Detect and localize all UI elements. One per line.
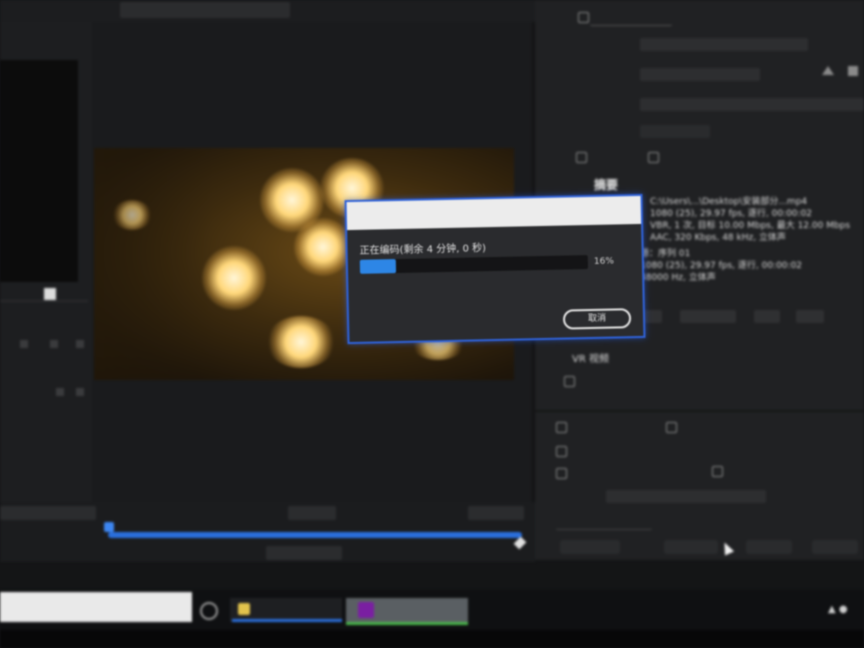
metadata-button[interactable] <box>560 540 620 554</box>
preset-dropdown[interactable] <box>640 68 760 81</box>
encoding-dialog: 正在编码(剩余 4 分钟, 0 秒) 16% 取消 <box>344 193 646 345</box>
import-preset-icon[interactable] <box>848 66 858 76</box>
dialog-titlebar[interactable] <box>346 195 642 231</box>
save-preset-icon[interactable] <box>822 66 834 75</box>
progress-percent: 16% <box>593 256 614 267</box>
output-name-link[interactable] <box>640 125 710 138</box>
playhead-handle[interactable] <box>104 522 114 532</box>
source-button[interactable] <box>44 288 56 300</box>
queue-button[interactable] <box>664 540 718 554</box>
source-divider <box>0 300 88 302</box>
format-dropdown[interactable] <box>640 38 808 51</box>
folder-icon <box>238 603 250 615</box>
file-size-label <box>556 516 652 530</box>
zoom-icon[interactable] <box>56 388 64 396</box>
export-button[interactable] <box>746 540 792 554</box>
use-previews-checkbox[interactable] <box>666 422 677 433</box>
timecode-field[interactable] <box>288 506 336 520</box>
time-interpolation-dropdown[interactable] <box>606 490 766 503</box>
comments-field[interactable] <box>640 98 864 111</box>
cancel-button[interactable]: 取消 <box>562 308 632 330</box>
export-video-checkbox[interactable] <box>576 152 587 163</box>
top-input[interactable] <box>120 2 290 18</box>
import-into-project-checkbox[interactable] <box>556 446 567 457</box>
timeline-range-bar[interactable] <box>108 532 522 538</box>
cancel-export-button[interactable] <box>812 540 858 554</box>
fit-dropdown[interactable] <box>468 506 524 520</box>
fit-icon[interactable] <box>76 388 84 396</box>
max-render-quality-checkbox[interactable] <box>556 422 567 433</box>
progress-fill <box>359 259 397 274</box>
range-dropdown[interactable] <box>266 546 342 560</box>
match-sequence-label <box>590 12 672 26</box>
step-icon[interactable] <box>50 340 58 348</box>
task-view-icon[interactable] <box>200 602 218 620</box>
settings-divider <box>535 410 864 412</box>
media-encoder-icon <box>358 602 374 618</box>
light-bulb <box>294 218 352 276</box>
tab-video[interactable] <box>680 310 736 323</box>
vr-checkbox[interactable] <box>564 376 575 387</box>
active-indicator <box>232 619 342 622</box>
progress-bar <box>359 255 589 274</box>
system-tray-icon[interactable]: ▲ ● <box>828 604 848 615</box>
video-shadow <box>94 148 214 380</box>
summary-line: AAC, 320 Kbps, 48 kHz, 立体声 <box>650 233 786 243</box>
set-start-timecode-checkbox[interactable] <box>556 468 567 479</box>
tab-audio[interactable] <box>754 310 780 323</box>
monitor-bezel <box>0 630 864 648</box>
taskbar-search-input[interactable] <box>0 592 192 622</box>
vr-video-label: VR 视频 <box>572 354 609 365</box>
tab-multiplexer[interactable] <box>796 310 824 323</box>
source-range-dropdown[interactable] <box>0 506 96 520</box>
summary-title: 摘要 <box>594 178 619 192</box>
source-line: 48000 Hz, 立体声 <box>640 273 716 283</box>
encoding-status-text: 正在编码(剩余 4 分钟, 0 秒) <box>359 243 487 257</box>
source-monitor <box>0 60 78 282</box>
play-icon[interactable] <box>20 340 28 348</box>
export-audio-checkbox[interactable] <box>648 152 659 163</box>
render-alpha-checkbox[interactable] <box>712 466 723 477</box>
match-sequence-checkbox[interactable] <box>578 12 589 23</box>
light-bulb <box>266 316 336 368</box>
loop-icon[interactable] <box>76 340 84 348</box>
